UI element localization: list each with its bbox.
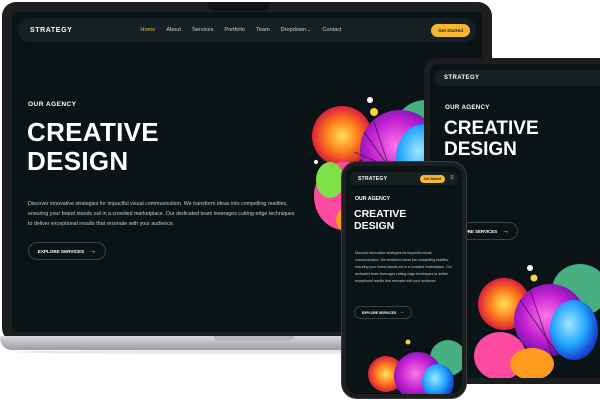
phone-navbar: STRATEGY Get Started ≡ [350,172,458,185]
explore-services-button[interactable]: EXPLORE SERVICES → [28,242,106,260]
tablet-hero-eyebrow: OUR AGENCY [445,104,490,111]
get-started-button[interactable]: Get Started [431,23,470,37]
hero-title-line-1: CREATIVE [27,117,159,147]
phone-get-started-button[interactable]: Get Started [420,175,446,183]
hero-title: CREATIVE DESIGN [27,118,159,176]
laptop-camera-notch [208,2,270,11]
laptop-opening-notch [214,336,294,341]
phone-hero-title-line-1: CREATIVE [354,208,407,220]
phone-screen: STRATEGY Get Started ≡ OUR AGENCY CREATI… [346,166,462,394]
site-logo[interactable]: STRATEGY [30,27,72,34]
nav-item-home[interactable]: Home [140,27,155,33]
nav-item-team[interactable]: Team [256,27,270,33]
arrow-right-icon: → [89,247,97,255]
tablet-hero-title-line-1: CREATIVE [444,118,539,139]
phone-explore-services-button[interactable]: EXPLORE SERVICES → [354,306,412,319]
nav-item-portfolio[interactable]: Portfolio [224,27,245,33]
nav-item-services[interactable]: Services [192,27,213,33]
phone-site-logo[interactable]: STRATEGY [358,176,387,182]
arrow-right-icon: → [399,309,405,315]
nav-item-contact[interactable]: Contact [322,27,341,33]
hero-eyebrow: OUR AGENCY [28,101,77,108]
navbar: STRATEGY Home About Services Portfolio T… [18,18,476,42]
phone-hero-abstract-art [368,339,462,394]
phone-hero-description: Discover innovative strategies for impac… [355,251,452,283]
chevron-down-icon: ⌄ [307,27,312,33]
explore-services-label: EXPLORE SERVICES [37,248,85,254]
tablet-hero-abstract-art [474,264,600,378]
tablet-navbar: STRATEGY [434,70,600,86]
device-mockup-stage: STRATEGY Home About Services Portfolio T… [0,0,600,400]
tablet-site-logo[interactable]: STRATEGY [444,75,479,81]
phone-explore-services-label: EXPLORE SERVICES [361,310,397,315]
hamburger-menu-icon[interactable]: ≡ [450,175,454,181]
arrow-right-icon: → [502,227,510,235]
nav-item-about[interactable]: About [166,27,181,33]
phone-hero-eyebrow: OUR AGENCY [355,196,390,202]
tablet-hero-title-line-2: DESIGN [444,139,517,160]
nav-item-dropdown-label: Dropdown [280,27,307,33]
hero-description: Discover innovative strategies for impac… [28,201,295,227]
nav-item-dropdown[interactable]: Dropdown⌄ [281,27,312,33]
nav-menu: Home About Services Portfolio Team Dropd… [140,27,341,33]
hero-title-line-2: DESIGN [27,146,129,176]
tablet-hero-title: CREATIVE DESIGN [444,118,539,160]
phone-hero-title: CREATIVE DESIGN [354,208,406,232]
phone-hero-title-line-2: DESIGN [354,220,395,232]
phone-frame: STRATEGY Get Started ≡ OUR AGENCY CREATI… [341,161,467,399]
